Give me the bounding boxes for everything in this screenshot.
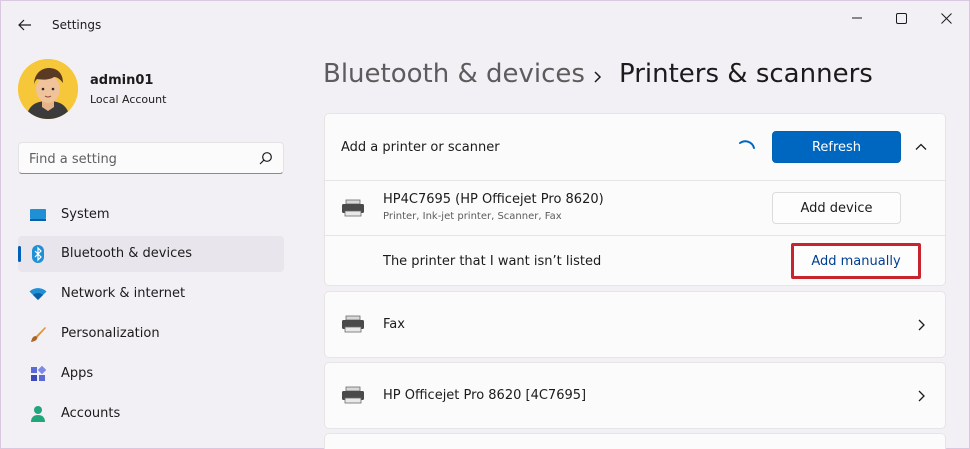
wifi-icon <box>29 285 47 303</box>
minimize-icon <box>852 17 862 19</box>
divider <box>324 235 946 236</box>
back-button[interactable] <box>13 13 37 37</box>
avatar[interactable] <box>18 59 78 119</box>
sidebar-item-apps[interactable]: Apps <box>18 356 284 392</box>
maximize-icon <box>895 12 907 24</box>
sidebar-item-label: Accounts <box>61 406 121 421</box>
maximize-button[interactable] <box>878 7 924 29</box>
divider <box>324 180 946 181</box>
app-title: Settings <box>52 18 102 32</box>
sidebar-item-label: Apps <box>61 366 94 381</box>
add-printer-label: Add a printer or scanner <box>341 140 500 155</box>
printer-icon <box>342 386 364 404</box>
printer-list-item-fax[interactable] <box>324 291 946 358</box>
person-icon <box>29 405 47 423</box>
device-name: HP4C7695 (HP Officejet Pro 8620) <box>383 192 604 207</box>
sidebar-item-bluetooth-devices[interactable]: Bluetooth & devices <box>18 236 284 272</box>
refresh-button[interactable]: Refresh <box>772 131 901 163</box>
chevron-right-icon <box>918 390 925 402</box>
chevron-up-icon[interactable] <box>914 140 928 154</box>
sidebar-item-label: Network & internet <box>61 286 186 301</box>
printer-name: HP Officejet Pro 8620 [4C7695] <box>383 388 587 403</box>
user-name: admin01 <box>90 73 154 88</box>
account-type: Local Account <box>90 93 167 106</box>
settings-window: Settings admin01 Local Account Find a se… <box>0 0 970 449</box>
user-avatar-icon <box>18 59 78 119</box>
bluetooth-icon <box>29 245 47 263</box>
printer-icon <box>342 199 364 217</box>
close-button[interactable] <box>923 7 969 29</box>
selection-indicator <box>18 246 21 262</box>
sidebar-item-label: Bluetooth & devices <box>61 246 192 261</box>
sidebar-item-network-internet[interactable]: Network & internet <box>18 276 284 312</box>
sidebar-item-label: System <box>61 207 110 222</box>
title-bar: Settings <box>1 1 969 49</box>
chevron-right-icon <box>918 319 925 331</box>
sidebar-item-label: Personalization <box>61 326 160 341</box>
search-icon[interactable] <box>259 151 273 165</box>
printer-icon <box>342 315 364 333</box>
printer-list-item[interactable] <box>324 433 946 449</box>
sidebar-item-accounts[interactable]: Accounts <box>18 396 284 432</box>
sidebar-item-system[interactable]: System <box>18 197 284 233</box>
system-icon <box>29 206 47 224</box>
search-input[interactable] <box>29 150 249 168</box>
add-device-button[interactable]: Add device <box>772 192 901 224</box>
brush-icon <box>29 325 47 343</box>
not-listed-label: The printer that I want isn’t listed <box>383 254 602 269</box>
page-title: Printers & scanners <box>619 59 873 89</box>
minimize-button[interactable] <box>834 7 880 29</box>
loading-spinner-icon <box>739 140 755 149</box>
add-manually-button[interactable]: Add manually <box>791 243 921 279</box>
search-box[interactable] <box>18 142 284 174</box>
printer-name: Fax <box>383 317 405 332</box>
chevron-right-icon <box>594 71 602 83</box>
close-icon <box>940 12 952 24</box>
arrow-left-icon <box>18 19 31 31</box>
apps-icon <box>29 365 47 383</box>
device-details: Printer, Ink-jet printer, Scanner, Fax <box>383 211 562 222</box>
breadcrumb[interactable]: Bluetooth & devices <box>323 59 585 89</box>
sidebar-item-personalization[interactable]: Personalization <box>18 316 284 352</box>
